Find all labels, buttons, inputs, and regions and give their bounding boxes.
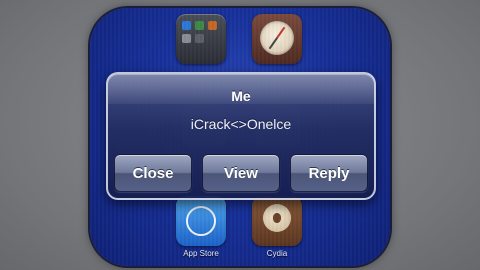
compass-needle — [268, 26, 286, 50]
mini-app-icon — [195, 34, 204, 43]
view-button[interactable]: View — [202, 154, 280, 192]
cydia-disc — [263, 204, 291, 232]
cydia-icon[interactable] — [252, 196, 302, 246]
alert-message: iCrack<>Onelce — [190, 116, 292, 132]
screenshot-stage: App Store Cydia Me iCrack<>Onelce Close … — [0, 0, 480, 270]
app-store-ring — [186, 206, 216, 236]
mini-app-icon — [208, 21, 217, 30]
mini-app-icon — [182, 34, 191, 43]
compass-icon[interactable] — [252, 14, 302, 64]
close-button[interactable]: Close — [114, 154, 192, 192]
folder-icon[interactable] — [176, 14, 226, 64]
cydia-mark — [273, 213, 281, 223]
app-store-icon[interactable] — [176, 196, 226, 246]
mini-app-icon — [182, 21, 191, 30]
cydia-label: Cydia — [266, 249, 288, 258]
notification-alert: Me iCrack<>Onelce Close View Reply — [106, 72, 376, 200]
compass-dial — [260, 21, 294, 55]
mini-app-icon — [195, 21, 204, 30]
alert-title: Me — [231, 88, 251, 104]
reply-button[interactable]: Reply — [290, 154, 368, 192]
app-store-label: App Store — [183, 249, 219, 258]
